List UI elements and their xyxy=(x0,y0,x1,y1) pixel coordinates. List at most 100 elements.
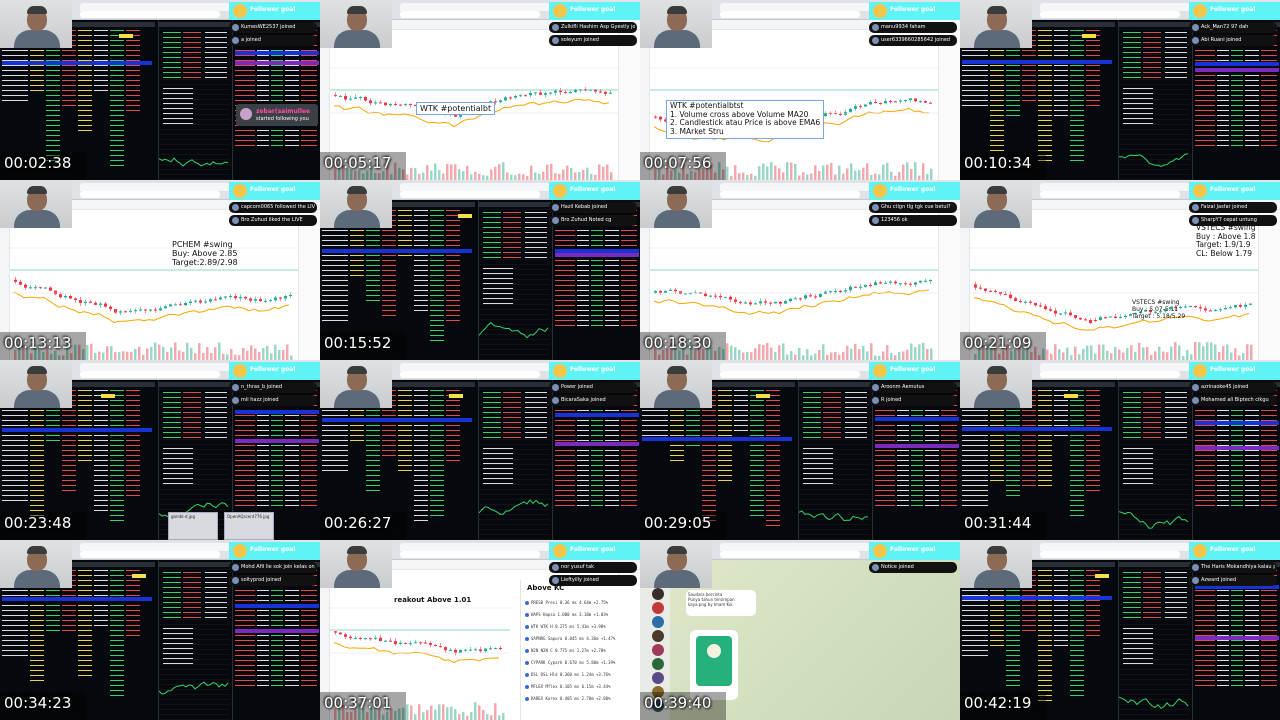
address-bar[interactable] xyxy=(400,551,540,558)
screener-row[interactable]: CYPARK Cypark 0.670 ms 5.80m +1.39% xyxy=(525,660,637,666)
address-bar[interactable] xyxy=(400,11,540,18)
browser-tab[interactable] xyxy=(80,3,230,11)
browser-tab[interactable] xyxy=(400,363,550,371)
browser-tab[interactable] xyxy=(80,363,230,371)
watchlist-selected-row[interactable] xyxy=(2,597,152,601)
chat-avatar-icon[interactable] xyxy=(652,630,664,642)
address-bar[interactable] xyxy=(1040,11,1180,18)
candle-body xyxy=(529,92,532,96)
chart-annotation: WTK #potentialbt xyxy=(416,102,496,116)
address-bar[interactable] xyxy=(80,371,220,378)
watchlist-selected-row[interactable] xyxy=(322,418,472,422)
video-frame-thumbnail[interactable]: Follower goal Power joined BicaraSaka join… xyxy=(320,360,640,540)
address-bar[interactable] xyxy=(400,371,540,378)
screener-row[interactable]: KAREX Karex 0.405 ms 2.78m +2.80% xyxy=(525,696,637,702)
address-bar[interactable] xyxy=(1040,371,1180,378)
browser-tab[interactable] xyxy=(400,3,550,11)
browser-tab[interactable] xyxy=(720,363,870,371)
volume-bar xyxy=(122,351,125,360)
watchlist-selected-row[interactable] xyxy=(962,596,1112,600)
watchlist-selected-row[interactable] xyxy=(962,427,1112,431)
video-frame-thumbnail[interactable]: Follower goal Hazil Kebab joined Bro Zuhud… xyxy=(320,180,640,360)
browser-tab[interactable] xyxy=(1040,363,1190,371)
volume-bar xyxy=(486,714,489,720)
watchlist-selected-row[interactable] xyxy=(2,61,152,65)
watchlist-column xyxy=(78,570,92,679)
chat-avatar-icon[interactable] xyxy=(652,672,664,684)
candle-body xyxy=(679,291,682,294)
watchlist-column xyxy=(430,390,444,520)
video-frame-thumbnail[interactable]: Follower goal Mohd Afil lie sok join kela… xyxy=(0,540,320,720)
address-bar[interactable] xyxy=(720,191,860,198)
video-frame-thumbnail[interactable]: Follower goal The Haris Mokandhiya kalau … xyxy=(960,540,1280,720)
chat-avatar-icon[interactable] xyxy=(652,588,664,600)
browser-tab[interactable] xyxy=(1040,183,1190,191)
watchlist-flash-cell xyxy=(1082,34,1096,38)
screener-row[interactable]: HAPS Hapsa 1.000 ms 3.18m +1.03% xyxy=(525,612,637,618)
file-thumbnail[interactable]: OpenAQscent776.jpg xyxy=(224,512,274,540)
chat-text: n_thras_b joined xyxy=(241,384,283,390)
watchlist-selected-row[interactable] xyxy=(322,249,472,253)
volume-bar xyxy=(178,350,181,360)
address-bar[interactable] xyxy=(80,191,220,198)
address-bar[interactable] xyxy=(80,551,220,558)
address-bar[interactable] xyxy=(400,191,540,198)
screener-row[interactable]: N2N N2N C 0.775 ms 1.27m +2.78% xyxy=(525,648,637,654)
candle-body xyxy=(259,299,262,302)
video-frame-thumbnail[interactable]: Follower goal Aroonm Aemutus R joined 00:29… xyxy=(640,360,960,540)
candle-body xyxy=(889,281,892,283)
watchlist-selected-row[interactable] xyxy=(962,60,1112,64)
video-frame-thumbnail[interactable]: Saudara bercinta Punya tahun tersimpan k… xyxy=(640,540,960,720)
video-frame-thumbnail[interactable]: Follower goal Ghu ctlgn tlg tgk cue betul… xyxy=(640,180,960,360)
screener-row[interactable]: WTK WTK H 0.275 ms 5.41m +3.98% xyxy=(525,624,637,630)
video-frame-thumbnail[interactable]: PCHEM #swing Buy: Above 2.85 Target:2.89… xyxy=(0,180,320,360)
chat-avatar-icon[interactable] xyxy=(652,658,664,670)
browser-tab[interactable] xyxy=(1040,543,1190,551)
volume-bar xyxy=(446,707,449,720)
browser-tab[interactable] xyxy=(80,543,230,551)
screener-row[interactable]: DSL DSL Hld 0.360 ms 1.24m +3.76% xyxy=(525,672,637,678)
screener-row[interactable]: PRESB Presi 0.36 ms 4.64m +2.75% xyxy=(525,600,637,606)
candle-body xyxy=(599,91,602,93)
video-frame-thumbnail[interactable]: reakout Above 1.01 Above KC PRESB Presi 0.… xyxy=(320,540,640,720)
video-frame-thumbnail[interactable]: VSTECS #swing Buy : Above 1.8 Target: 1.… xyxy=(960,180,1280,360)
chat-avatar-icon[interactable] xyxy=(652,602,664,614)
browser-tab[interactable] xyxy=(720,183,870,191)
video-frame-thumbnail[interactable]: Follower goal Ack_Man72 97 dah Abi Ruani j… xyxy=(960,0,1280,180)
browser-tab[interactable] xyxy=(720,543,870,551)
address-bar[interactable] xyxy=(720,11,860,18)
browser-tab[interactable] xyxy=(720,3,870,11)
chat-avatar-icon[interactable] xyxy=(652,616,664,628)
video-frame-thumbnail[interactable]: gambl-d.jpg OpenAQscent776.jpg Follower go… xyxy=(0,360,320,540)
file-thumbnail[interactable]: gambl-d.jpg xyxy=(168,512,218,540)
candle-body xyxy=(929,102,932,104)
candle-body xyxy=(249,298,252,301)
video-frame-thumbnail[interactable]: Follower goal azrinaoke45 joined Mohamed a… xyxy=(960,360,1280,540)
quote-panel xyxy=(1118,560,1191,720)
watchlist-flash-cell xyxy=(458,214,472,218)
volume-bar xyxy=(1090,345,1093,360)
volume-bar xyxy=(1242,353,1245,360)
address-bar[interactable] xyxy=(80,11,220,18)
browser-tab[interactable] xyxy=(1040,3,1190,11)
video-frame-thumbnail[interactable]: WTK #potentialbt Follower goal Zulkifli Ha… xyxy=(320,0,640,180)
candle-body xyxy=(339,632,342,635)
watchlist-selected-row[interactable] xyxy=(2,428,152,432)
watchlist-column xyxy=(718,390,732,482)
address-bar[interactable] xyxy=(720,551,860,558)
browser-tab[interactable] xyxy=(400,543,550,551)
chat-avatar-icon[interactable] xyxy=(652,644,664,656)
screener-row[interactable]: SAPNRG Sapura 0.045 ms 4.36m +1.47% xyxy=(525,636,637,642)
watchlist-column xyxy=(398,390,412,473)
volume-bar xyxy=(906,162,909,180)
screener-row[interactable]: MFLEX Mflex 0.105 ms 6.15m +3.44% xyxy=(525,684,637,690)
browser-tab[interactable] xyxy=(400,183,550,191)
watchlist-selected-row[interactable] xyxy=(642,437,792,441)
candle-body xyxy=(569,91,572,93)
address-bar[interactable] xyxy=(1040,551,1180,558)
browser-tab[interactable] xyxy=(80,183,230,191)
video-frame-thumbnail[interactable]: zebar(saimullee started following you Foll… xyxy=(0,0,320,180)
video-frame-thumbnail[interactable]: WTK #potentialbtst 1. Volume cross above… xyxy=(640,0,960,180)
address-bar[interactable] xyxy=(720,371,860,378)
address-bar[interactable] xyxy=(1040,191,1180,198)
